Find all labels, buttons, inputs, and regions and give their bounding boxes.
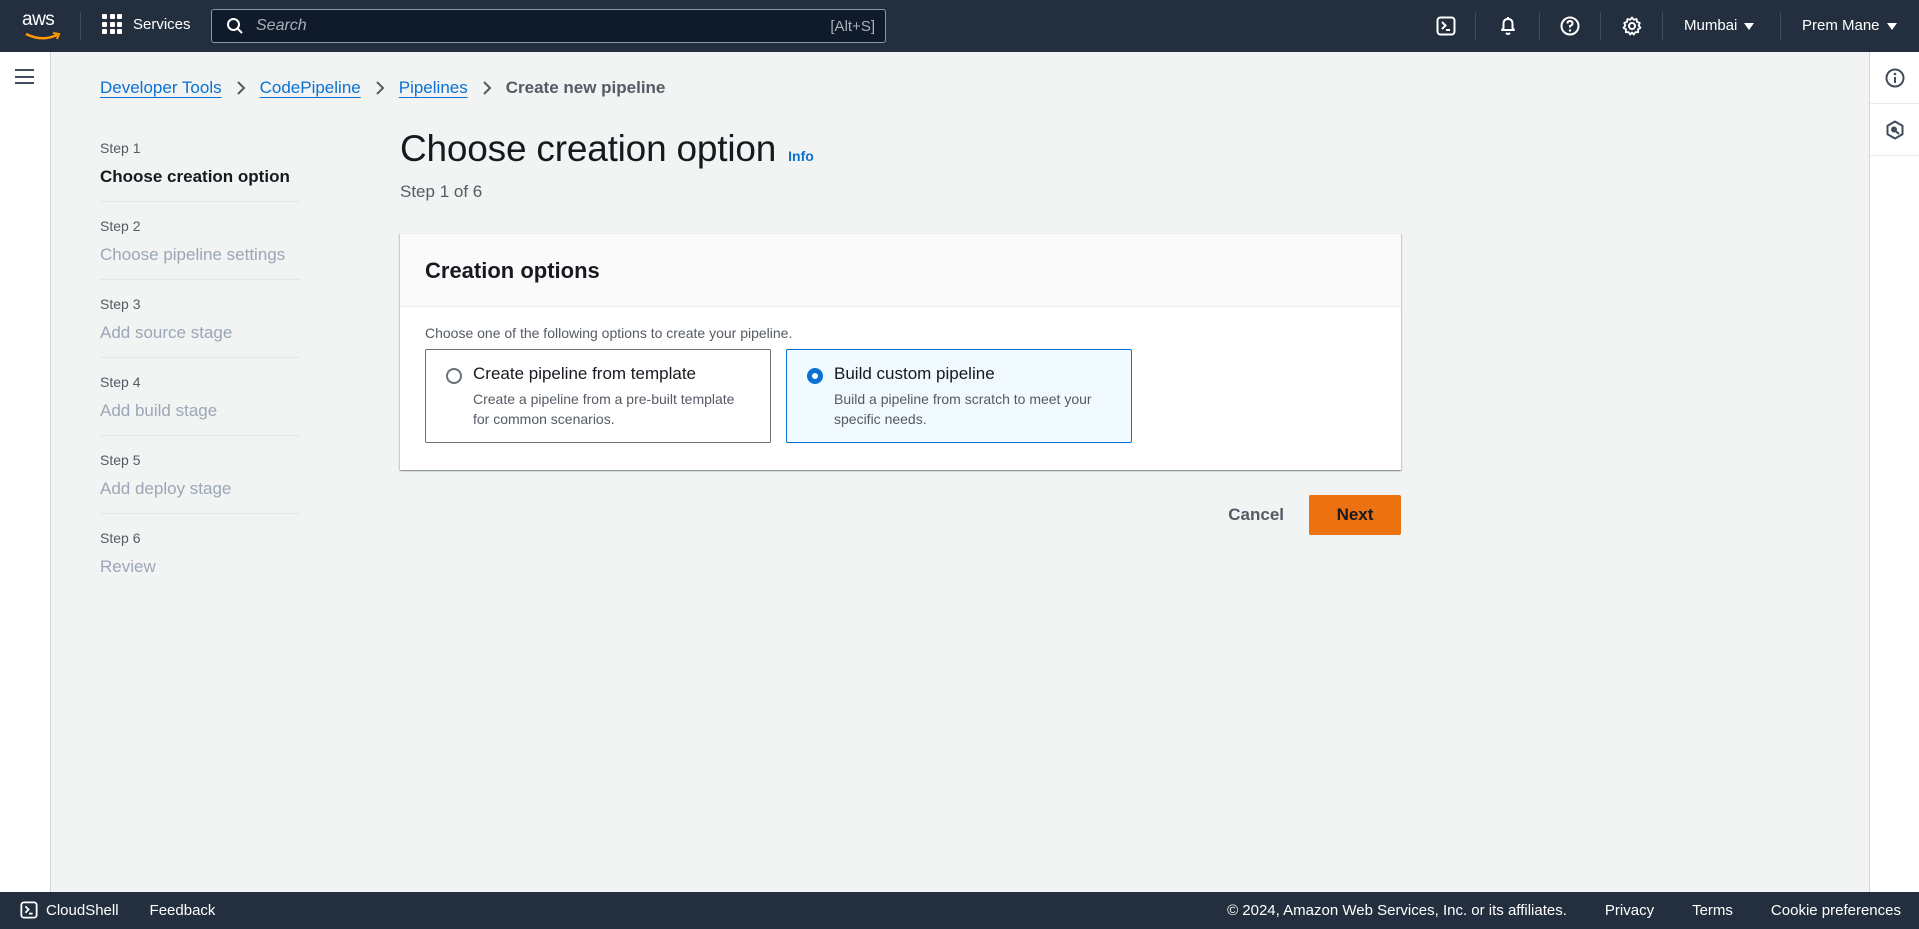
- hexagon-resource-icon: [1886, 120, 1904, 139]
- step-number: Step 3: [100, 296, 141, 312]
- right-rail: [1869, 52, 1919, 892]
- chevron-right-icon: [236, 81, 246, 95]
- search-input[interactable]: [256, 17, 831, 35]
- step-number: Step 1: [100, 140, 141, 156]
- cloudshell-label: CloudShell: [46, 901, 119, 919]
- next-button[interactable]: Next: [1309, 495, 1401, 535]
- region-selector[interactable]: Mumbai: [1684, 17, 1755, 34]
- option-tile-template[interactable]: Create pipeline from template Create a p…: [425, 349, 771, 443]
- cloudshell-button[interactable]: CloudShell: [20, 901, 119, 919]
- chevron-right-icon: [376, 81, 385, 95]
- info-panel-button[interactable]: [1870, 52, 1919, 104]
- hamburger-menu-icon[interactable]: [15, 69, 34, 84]
- footer-left: CloudShell Feedback: [20, 901, 215, 919]
- user-name: Prem Mane: [1802, 17, 1880, 34]
- settings-gear-icon[interactable]: [1620, 14, 1644, 38]
- chevron-right-icon: [483, 81, 492, 95]
- info-link[interactable]: Info: [788, 148, 814, 164]
- region-label: Mumbai: [1684, 17, 1738, 34]
- feedback-button[interactable]: Feedback: [150, 902, 216, 919]
- step-title: Choose creation option: [100, 167, 290, 186]
- help-icon[interactable]: [1558, 14, 1582, 38]
- cloudshell-icon: [20, 901, 38, 919]
- services-grid-icon: [102, 14, 122, 34]
- cloudshell-icon[interactable]: [1434, 14, 1458, 38]
- step-number: Step 5: [100, 452, 141, 468]
- step-title: Add deploy stage: [100, 479, 232, 498]
- aws-smile-icon: [25, 32, 61, 40]
- panel-header: Creation options: [400, 234, 1401, 307]
- terms-link[interactable]: Terms: [1692, 902, 1733, 919]
- options-description: Choose one of the following options to c…: [425, 325, 793, 341]
- caret-down-icon: [1886, 22, 1897, 30]
- step-number: Step 2: [100, 218, 141, 234]
- step-number: Step 4: [100, 374, 141, 390]
- caret-down-icon: [1744, 22, 1755, 30]
- breadcrumb-current-page: Create new pipeline: [505, 78, 666, 97]
- account-menu[interactable]: Prem Mane: [1802, 17, 1897, 34]
- breadcrumb-codepipeline[interactable]: CodePipeline: [260, 78, 361, 98]
- step-progress-subtitle: Step 1 of 6: [400, 182, 483, 201]
- page-title: Choose creation option: [400, 128, 777, 169]
- copyright-text: © 2024, Amazon Web Services, Inc. or its…: [1227, 902, 1567, 919]
- aws-logo[interactable]: aws: [22, 10, 62, 40]
- cookie-preferences-link[interactable]: Cookie preferences: [1771, 902, 1901, 919]
- radio-button-unselected[interactable]: [446, 368, 462, 384]
- option-description: Build a pipeline from scratch to meet yo…: [834, 391, 1092, 427]
- search-box[interactable]: [Alt+S]: [211, 9, 886, 43]
- wizard-step-5: Step 5 Add deploy stage: [100, 452, 300, 514]
- wizard-step-1: Step 1 Choose creation option: [100, 140, 300, 202]
- option-tile-custom[interactable]: Build custom pipeline Build a pipeline f…: [786, 349, 1132, 443]
- option-title: Create pipeline from template: [473, 364, 697, 383]
- nav-divider: [80, 12, 81, 40]
- wizard-step-2: Step 2 Choose pipeline settings: [100, 218, 300, 280]
- aws-logo-text: aws: [22, 9, 55, 30]
- footer-right: © 2024, Amazon Web Services, Inc. or its…: [1189, 902, 1901, 919]
- nav-divider: [1539, 12, 1540, 40]
- search-icon: [227, 18, 243, 34]
- nav-divider: [1662, 12, 1663, 40]
- option-tiles: Create pipeline from template Create a p…: [425, 349, 1376, 443]
- step-title: Review: [100, 557, 156, 576]
- option-description: Create a pipeline from a pre-built templ…: [473, 391, 735, 427]
- breadcrumb: Developer Tools CodePipeline Pipelines C…: [100, 78, 665, 98]
- radio-button-selected[interactable]: [807, 368, 823, 384]
- breadcrumb-developer-tools[interactable]: Developer Tools: [100, 78, 222, 98]
- step-title: Choose pipeline settings: [100, 245, 286, 264]
- step-title: Add source stage: [100, 323, 233, 342]
- wizard-step-6: Step 6 Review: [100, 530, 300, 591]
- left-rail: [0, 52, 51, 892]
- privacy-link[interactable]: Privacy: [1605, 902, 1654, 919]
- wizard-step-4: Step 4 Add build stage: [100, 374, 300, 436]
- creation-options-panel: Creation options Choose one of the follo…: [400, 233, 1401, 470]
- footer: CloudShell Feedback © 2024, Amazon Web S…: [0, 892, 1919, 929]
- info-icon: [1885, 68, 1905, 87]
- breadcrumb-pipelines[interactable]: Pipelines: [399, 78, 468, 98]
- nav-divider: [1475, 12, 1476, 40]
- page-header: Choose creation option Info: [400, 128, 814, 170]
- nav-divider: [1600, 12, 1601, 40]
- search-shortcut-hint: [Alt+S]: [830, 17, 875, 35]
- wizard-step-3: Step 3 Add source stage: [100, 296, 300, 358]
- wizard-steps-navigation: Step 1 Choose creation option Step 2 Cho…: [100, 140, 300, 607]
- nav-divider: [1780, 12, 1781, 40]
- services-menu-button[interactable]: Services: [102, 14, 191, 34]
- notifications-bell-icon[interactable]: [1496, 14, 1520, 38]
- resources-panel-button[interactable]: [1870, 104, 1919, 156]
- step-title: Add build stage: [100, 401, 218, 420]
- option-title: Build custom pipeline: [834, 364, 995, 383]
- services-label: Services: [133, 15, 191, 33]
- step-number: Step 6: [100, 530, 141, 546]
- wizard-actions: Cancel Next: [1200, 495, 1401, 535]
- panel-title: Creation options: [425, 258, 600, 283]
- panel-body: Choose one of the following options to c…: [400, 307, 1401, 461]
- top-navigation: aws Services [Alt+S] Mumbai: [0, 0, 1919, 52]
- cancel-button[interactable]: Cancel: [1228, 505, 1284, 525]
